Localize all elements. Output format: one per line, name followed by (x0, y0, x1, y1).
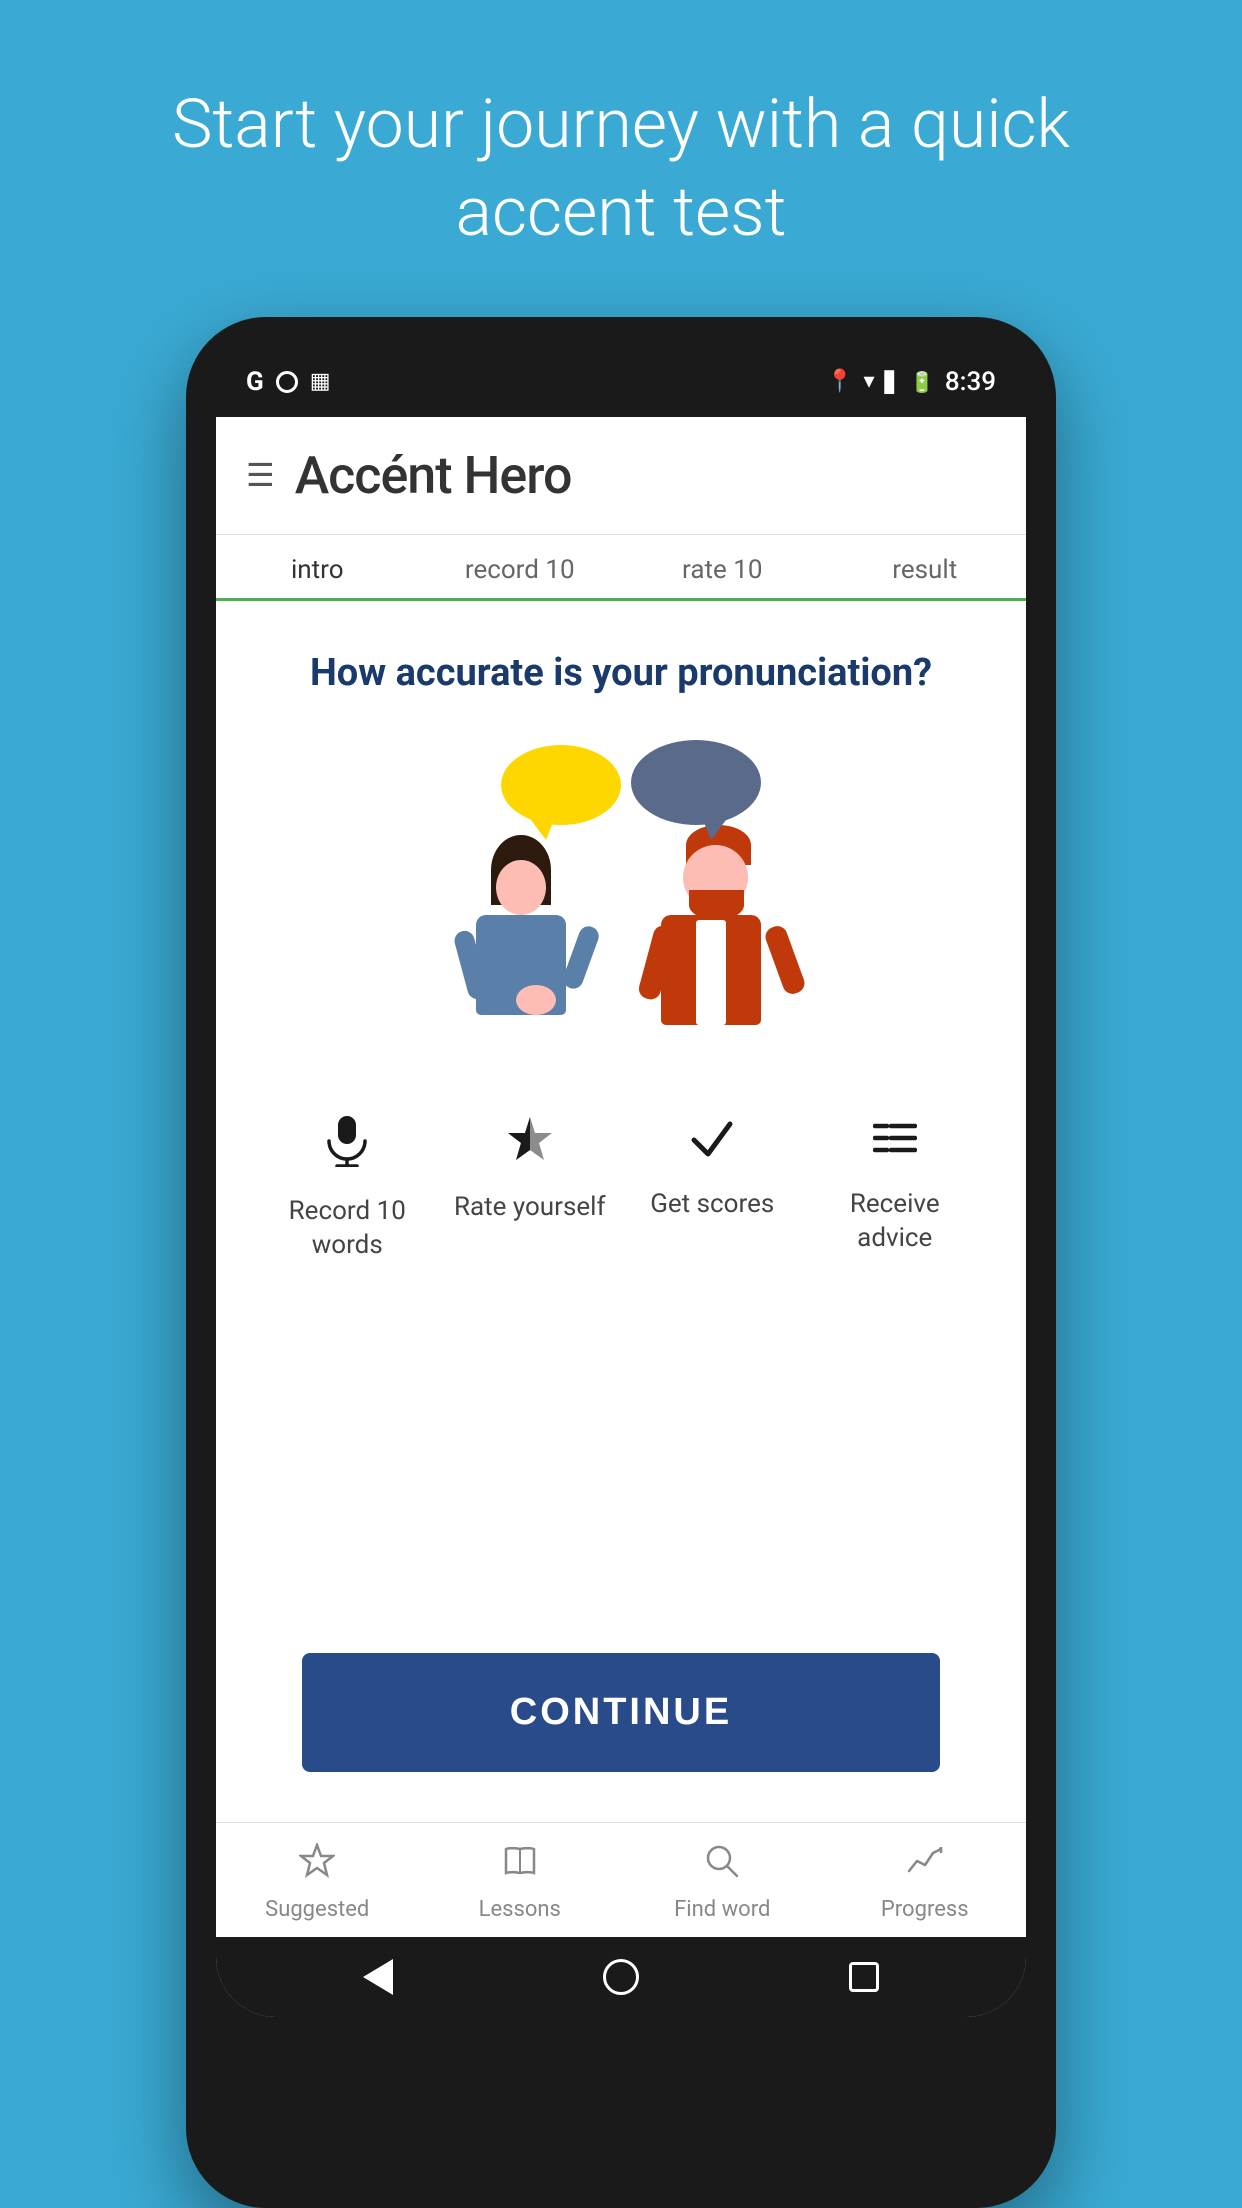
steps-row: Record 10 words Rate y (246, 1115, 996, 1263)
woman-face (496, 860, 546, 915)
person-man (641, 825, 801, 1055)
bottom-nav: Suggested Lessons (216, 1822, 1026, 1937)
android-nav-bar (216, 1937, 1026, 2017)
status-bar-right: 📍 ▾ ▋ 🔋 8:39 (826, 367, 996, 397)
signal-icon: ▋ (885, 370, 900, 394)
step-scores: Get scores (628, 1115, 796, 1263)
hamburger-icon[interactable]: ☰ (246, 456, 275, 494)
hero-text: Start your journey with a quick accent t… (0, 0, 1242, 317)
tab-rate[interactable]: rate 10 (621, 535, 824, 599)
nav-lessons[interactable]: Lessons (419, 1843, 622, 1922)
location-icon: 📍 (826, 369, 853, 394)
checkmark-icon (690, 1115, 734, 1172)
nav-suggested[interactable]: Suggested (216, 1843, 419, 1922)
nav-progress-label: Progress (881, 1897, 969, 1922)
recent-square-icon (849, 1962, 879, 1992)
main-content: How accurate is your pronunciation? (216, 601, 1026, 1822)
back-button[interactable] (358, 1957, 398, 1997)
google-icon: G (246, 367, 264, 397)
status-bar: G ▦ 📍 ▾ ▋ 🔋 8:39 (216, 347, 1026, 417)
tab-result[interactable]: result (824, 535, 1027, 599)
tab-bar: intro record 10 rate 10 result (216, 535, 1026, 601)
home-circle-icon (603, 1959, 639, 1995)
nav-find-word[interactable]: Find word (621, 1843, 824, 1922)
nav-progress[interactable]: Progress (824, 1843, 1027, 1922)
back-triangle-icon (363, 1959, 393, 1995)
person-woman (461, 835, 611, 1055)
status-icon-1 (276, 371, 298, 393)
wifi-icon: ▾ (863, 369, 874, 394)
nav-find-word-label: Find word (674, 1897, 770, 1922)
battery-icon: 🔋 (910, 370, 935, 394)
tab-intro[interactable]: intro (216, 535, 419, 599)
status-bar-left: G ▦ (246, 367, 331, 397)
speech-bubble-yellow (501, 745, 621, 825)
step-record: Record 10 words (263, 1115, 431, 1263)
step-rate: Rate yourself (446, 1115, 614, 1263)
step-advice: Receive advice (811, 1115, 979, 1263)
step-record-label: Record 10 words (263, 1195, 431, 1263)
tab-record[interactable]: record 10 (419, 535, 622, 599)
star-icon (505, 1115, 555, 1175)
status-icon-2: ▦ (310, 369, 331, 394)
illustration (421, 735, 821, 1055)
speech-bubble-blue (631, 740, 761, 825)
app-header: ☰ Accént Hero (216, 417, 1026, 535)
phone-frame: G ▦ 📍 ▾ ▋ 🔋 8:39 ☰ Accént Hero i (186, 317, 1056, 2208)
progress-icon (907, 1843, 943, 1889)
app-title: Accént Hero (295, 445, 572, 506)
pronunciation-question: How accurate is your pronunciation? (310, 651, 932, 695)
man-arm-right (763, 923, 808, 996)
step-scores-label: Get scores (650, 1188, 774, 1222)
man-shirt (696, 920, 726, 1025)
app-screen: ☰ Accént Hero intro record 10 rate 10 re… (216, 417, 1026, 2017)
microphone-icon (325, 1115, 369, 1179)
step-advice-label: Receive advice (811, 1188, 979, 1256)
step-rate-label: Rate yourself (454, 1191, 606, 1225)
woman-arm-right (560, 923, 601, 991)
nav-lessons-label: Lessons (479, 1897, 561, 1922)
recent-apps-button[interactable] (844, 1957, 884, 1997)
status-time: 8:39 (945, 367, 996, 397)
search-icon (704, 1843, 740, 1889)
suggested-icon (299, 1843, 335, 1889)
book-icon (502, 1843, 538, 1889)
list-icon (873, 1115, 917, 1172)
home-button[interactable] (601, 1957, 641, 1997)
nav-suggested-label: Suggested (265, 1897, 369, 1922)
continue-button[interactable]: CONTINUE (302, 1653, 940, 1772)
phone-inner: G ▦ 📍 ▾ ▋ 🔋 8:39 ☰ Accént Hero i (216, 347, 1026, 2017)
woman-hands (516, 985, 556, 1015)
